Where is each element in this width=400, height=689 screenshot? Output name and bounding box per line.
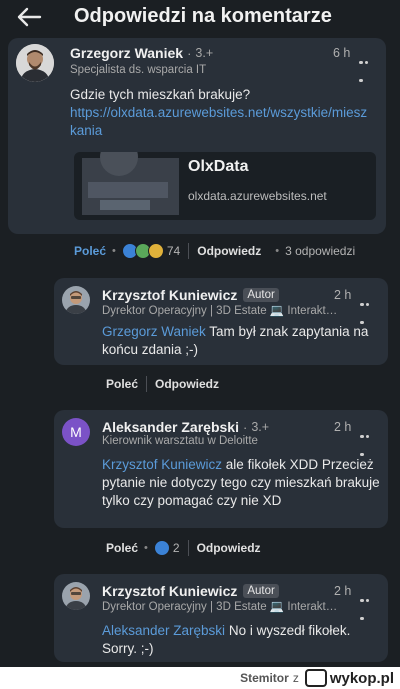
- more-options-icon[interactable]: [360, 589, 376, 620]
- author-headline: Kierownik warsztatu w Deloitte: [102, 435, 258, 447]
- like-reaction-icon: [153, 540, 170, 556]
- reply-button[interactable]: Odpowiedz: [197, 541, 261, 555]
- mention-link[interactable]: Grzegorz Waniek: [102, 324, 206, 339]
- link-preview[interactable]: OlxData olxdata.azurewebsites.net: [74, 152, 376, 220]
- avatar[interactable]: M: [62, 418, 90, 446]
- reply-header: Krzysztof Kuniewicz Autor: [102, 583, 279, 599]
- reply-time: 2 h: [334, 420, 352, 434]
- connection-degree: 3.+: [251, 420, 270, 434]
- reactions[interactable]: 2: [153, 540, 180, 556]
- wykop-logo-icon: [304, 669, 327, 687]
- reply-button[interactable]: Odpowiedz: [155, 377, 219, 391]
- comment-header: Grzegorz Waniek · 3.+: [70, 45, 213, 61]
- back-arrow-icon[interactable]: [16, 6, 42, 28]
- reply-header: Aleksander Zarębski · 3.+: [102, 419, 270, 435]
- comment-time: 6 h: [333, 46, 351, 60]
- replies-count[interactable]: 3 odpowiedzi: [285, 244, 355, 258]
- author-headline: Dyrektor Operacyjny | 3D Estate 💻 Intera…: [102, 601, 338, 613]
- separator: ·: [187, 45, 192, 61]
- reply-header: Krzysztof Kuniewicz Autor: [102, 287, 279, 303]
- reply-time: 2 h: [334, 288, 352, 302]
- author-name[interactable]: Krzysztof Kuniewicz: [102, 287, 237, 303]
- reply-text: Aleksander Zarębski No i wyszedł fikołek…: [102, 622, 378, 658]
- link-preview-image: [82, 152, 179, 215]
- author-badge: Autor: [243, 288, 279, 302]
- comment-text-body: Gdzie tych mieszkań brakuje?: [70, 87, 251, 102]
- recommend-button[interactable]: Poleć: [106, 541, 138, 555]
- mention-link[interactable]: Krzysztof Kuniewicz: [102, 457, 222, 472]
- avatar[interactable]: [16, 44, 54, 82]
- connection-degree: 3.+: [195, 46, 214, 60]
- footer-z: z: [292, 671, 299, 685]
- author-name[interactable]: Grzegorz Waniek: [70, 45, 183, 61]
- author-name[interactable]: Krzysztof Kuniewicz: [102, 583, 237, 599]
- top-bar: Odpowiedzi na komentarze: [0, 0, 400, 36]
- reply-actions: Poleć • 2 Odpowiedz: [106, 540, 261, 556]
- recommend-button[interactable]: Poleć: [74, 244, 106, 258]
- avatar[interactable]: [62, 582, 90, 610]
- reply-text: Grzegorz Waniek Tam był znak zapytania n…: [102, 323, 380, 359]
- mention-link[interactable]: Aleksander Zarębski: [102, 623, 225, 638]
- link-preview-title: OlxData: [188, 158, 249, 175]
- reactions-count: 2: [172, 541, 180, 555]
- wykop-logo: wykop.pl: [304, 669, 394, 687]
- page-title: Odpowiedzi na komentarze: [74, 5, 332, 27]
- reply-time: 2 h: [334, 584, 352, 598]
- reactions[interactable]: 74: [121, 243, 181, 259]
- author-name[interactable]: Aleksander Zarębski: [102, 419, 239, 435]
- more-options-icon[interactable]: [360, 425, 376, 456]
- more-options-icon[interactable]: [359, 51, 375, 82]
- comment-text: Gdzie tych mieszkań brakuje? https://olx…: [70, 86, 370, 140]
- reply-text: Krzysztof Kuniewicz ale fikołek XDD Prze…: [102, 456, 382, 510]
- more-options-icon[interactable]: [360, 293, 376, 324]
- avatar-letter: M: [70, 424, 82, 440]
- author-badge: Autor: [243, 584, 279, 598]
- recommend-button[interactable]: Poleć: [106, 377, 138, 391]
- comment-actions: Poleć • 74 Odpowiedz • 3 odpowiedzi: [74, 243, 356, 259]
- wykop-brand: wykop.pl: [329, 669, 394, 687]
- comment-link[interactable]: https://olxdata.azurewebsites.net/wszyst…: [70, 105, 367, 138]
- watermark-bar: Stemitor z wykop.pl: [0, 667, 400, 689]
- reactions-count: 74: [166, 244, 181, 258]
- avatar[interactable]: [62, 286, 90, 314]
- insightful-reaction-icon: [147, 243, 164, 259]
- author-headline: Specjalista ds. wsparcia IT: [70, 64, 207, 76]
- uploader-name: Stemitor: [240, 671, 289, 685]
- reply-actions: Poleć Odpowiedz: [106, 376, 219, 392]
- author-headline: Dyrektor Operacyjny | 3D Estate 💻 Intera…: [102, 305, 338, 317]
- reply-button[interactable]: Odpowiedz: [197, 244, 261, 258]
- link-preview-url: olxdata.azurewebsites.net: [188, 189, 327, 203]
